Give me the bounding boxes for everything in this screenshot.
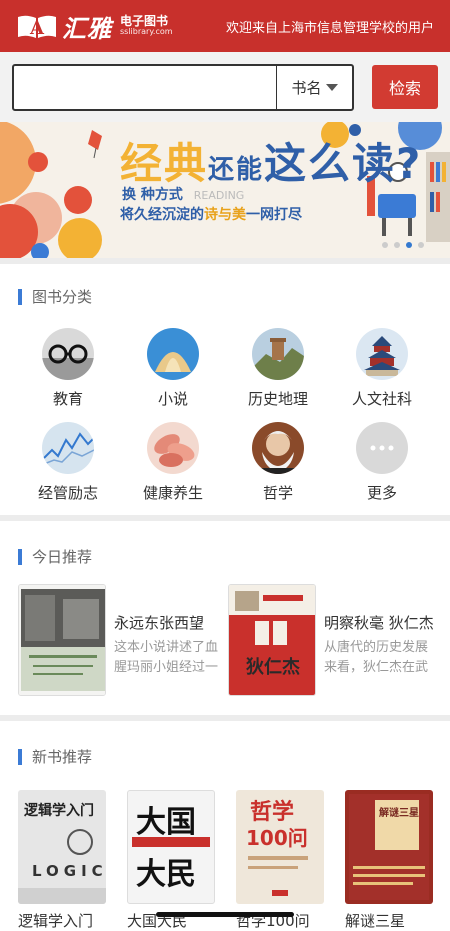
category-label: 更多 [366, 484, 397, 502]
pager-dot-active[interactable] [406, 242, 412, 248]
new-book-4[interactable]: 解谜三星 解谜三星 [345, 790, 433, 931]
book-cover: 哲学 100问 [236, 790, 324, 904]
search-input[interactable] [14, 65, 276, 109]
category-label: 经管励志 [37, 484, 98, 502]
banner-tagline-c: 一网打尽 [246, 207, 302, 223]
banner-tagline-b: 诗与美 [204, 207, 246, 223]
app-header: A 汇雅 电子图书 sslibrary.com 欢迎来自上海市信息管理学校的用户 [0, 0, 450, 52]
today-book-2[interactable]: 狄仁杰 明察秋毫 狄仁杰 从唐代的历史发展来看，狄仁杰在武则天 [228, 584, 438, 696]
book-description: 这本小说讲述了血腥玛丽小姐经过一段时间的 [114, 640, 219, 675]
svg-text:A: A [29, 18, 45, 39]
divider [0, 515, 450, 521]
banner-headline-3: 这么读? [264, 139, 423, 188]
promo-banner[interactable]: 经典还能这么读? 换 种方式 READING 将久经沉淀的诗与美一网打尽 [0, 122, 450, 258]
logo[interactable]: A 汇雅 电子图书 sslibrary.com [16, 9, 173, 44]
book-pages-icon [147, 328, 199, 380]
category-label: 哲学 [262, 484, 293, 502]
search-type-select[interactable]: 书名 [276, 65, 352, 109]
category-section-title: 图书分类 [18, 286, 92, 307]
dropdown-arrow-icon [325, 83, 338, 91]
pager-dot[interactable] [394, 242, 400, 248]
category-label: 小说 [157, 390, 188, 408]
home-indicator[interactable] [156, 912, 294, 917]
book-title: 明察秋毫 狄仁杰 [324, 614, 434, 632]
banner-tagline-a: 将久经沉淀的 [120, 207, 204, 223]
book-cover: 狄仁杰 [228, 584, 316, 696]
new-book-2[interactable]: 大国 大民 大国大民 [127, 790, 215, 931]
temple-icon [356, 328, 408, 380]
newbooks-section-title: 新书推荐 [18, 746, 92, 767]
search-button[interactable]: 检索 [372, 65, 438, 109]
category-history-geography[interactable]: 历史地理 [233, 328, 323, 409]
category-more[interactable]: 更多 [337, 422, 427, 503]
more-dots-icon [356, 422, 408, 474]
category-humanities[interactable]: 人文社科 [337, 328, 427, 409]
banner-subline: 换 种方式 [122, 187, 183, 203]
category-label: 健康养生 [142, 484, 203, 502]
book-cover [18, 584, 106, 696]
welcome-text: 欢迎来自上海市信息管理学校的用户 [225, 20, 434, 36]
new-book-1[interactable]: 逻辑学入门 LOGIC 逻辑学入门 [18, 790, 106, 931]
glasses-icon [42, 328, 94, 380]
search-type-label: 书名 [291, 78, 322, 97]
category-health[interactable]: 健康养生 [128, 422, 218, 503]
today-book-1[interactable]: 永远东张西望 这本小说讲述了血腥玛丽小姐经过一段时间的 [18, 584, 228, 696]
pager-dot[interactable] [418, 242, 424, 248]
category-label: 历史地理 [247, 390, 308, 408]
brand-name: 汇雅 [62, 14, 112, 43]
pager-dot[interactable] [382, 242, 388, 248]
category-label: 人文社科 [351, 390, 412, 408]
book-cover: 大国 大民 [127, 790, 215, 904]
book-title: 永远东张西望 [114, 614, 205, 632]
great-wall-icon [252, 328, 304, 380]
book-logo-icon: A [16, 11, 58, 41]
stock-chart-icon [42, 422, 94, 474]
flower-icon [147, 422, 199, 474]
banner-pager[interactable] [382, 242, 424, 248]
category-fiction[interactable]: 小说 [128, 328, 218, 409]
new-book-3[interactable]: 哲学 100问 哲学100问 [236, 790, 324, 931]
book-title: 逻辑学入门 [18, 912, 94, 930]
divider [0, 715, 450, 721]
banner-reading: READING [193, 189, 245, 202]
category-business[interactable]: 经管励志 [23, 422, 113, 503]
banner-headline-1: 经典 [120, 139, 209, 188]
divider [0, 258, 450, 264]
book-title: 解谜三星 [345, 912, 406, 930]
category-education[interactable]: 教育 [23, 328, 113, 409]
category-label: 教育 [52, 390, 83, 408]
svg-text:狄仁杰: 狄仁杰 [245, 656, 300, 678]
today-section-title: 今日推荐 [18, 546, 92, 567]
banner-headline-2: 还能 [208, 155, 265, 185]
book-description: 从唐代的历史发展来看，狄仁杰在武则天 [324, 640, 429, 675]
book-cover: 解谜三星 [345, 790, 433, 904]
book-cover: 逻辑学入门 LOGIC [18, 790, 106, 904]
category-philosophy[interactable]: 哲学 [233, 422, 323, 503]
search-bar: 书名 检索 [0, 52, 450, 122]
search-box: 书名 [12, 63, 354, 111]
philosopher-portrait-icon [252, 422, 304, 474]
brand-domain: sslibrary.com [120, 27, 173, 37]
